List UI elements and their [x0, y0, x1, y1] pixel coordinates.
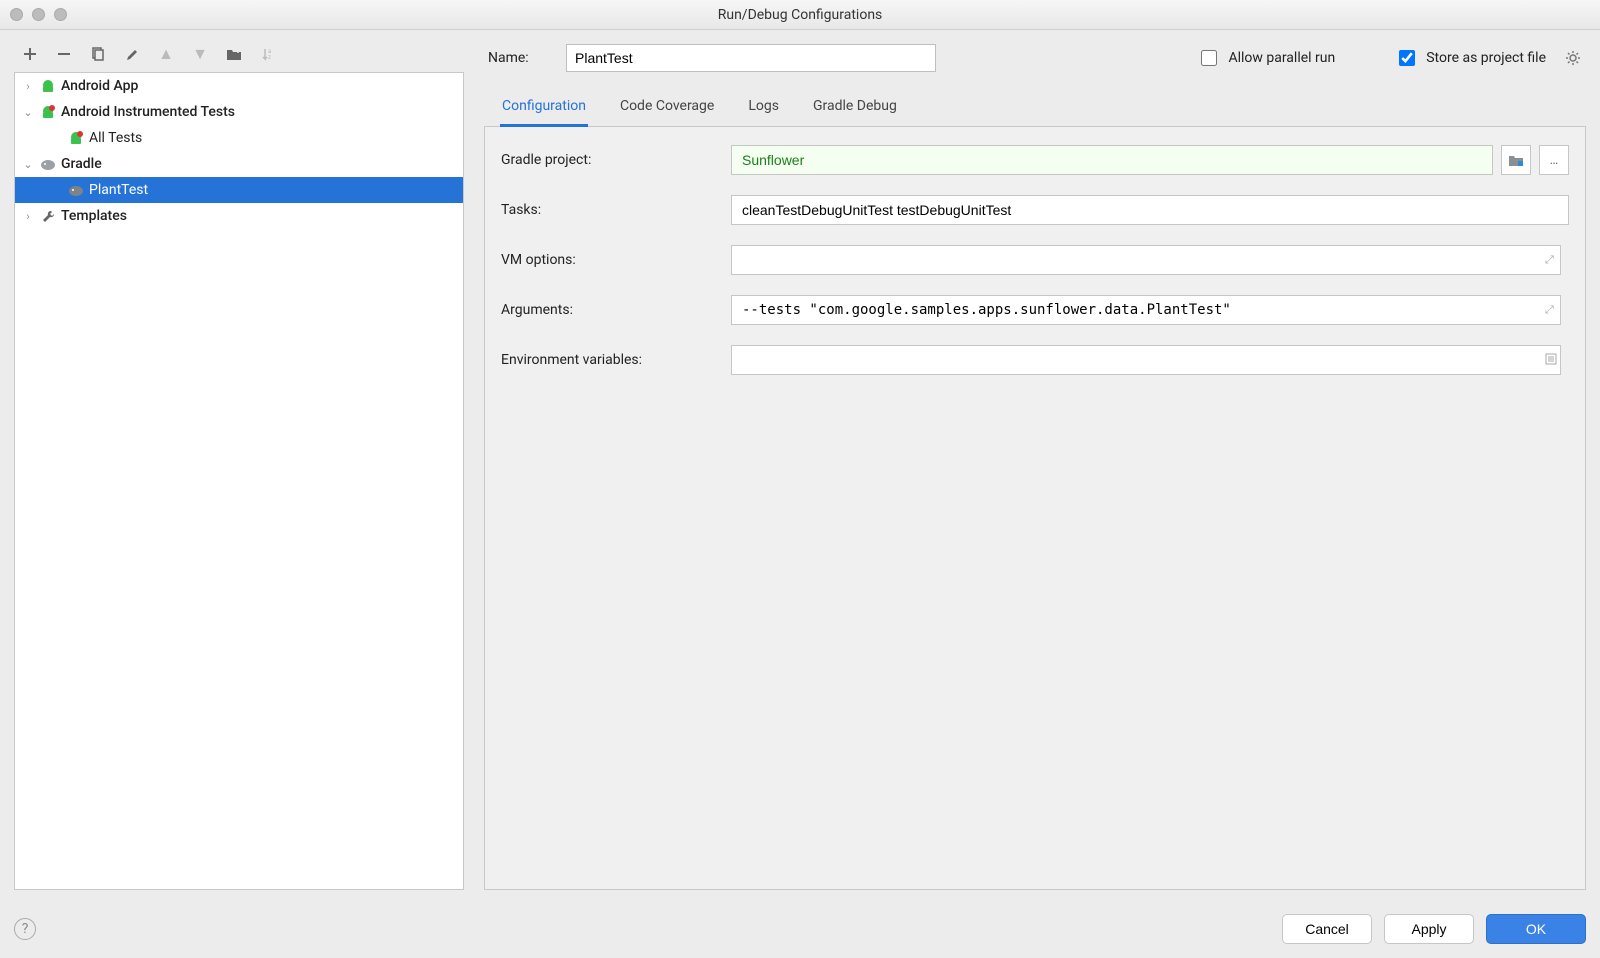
tree-label: Android Instrumented Tests — [61, 104, 235, 120]
vm-options-label: VM options: — [501, 252, 731, 268]
tree-label: Android App — [61, 78, 138, 94]
close-dot[interactable] — [10, 8, 23, 21]
move-up-button[interactable]: ▲ — [156, 44, 176, 64]
tree-label: PlantTest — [89, 182, 148, 198]
tasks-input[interactable] — [731, 195, 1569, 225]
help-button[interactable]: ? — [14, 918, 36, 940]
store-as-file-checkbox[interactable] — [1399, 50, 1415, 66]
tree-node-templates[interactable]: › Templates — [15, 203, 463, 229]
chevron-down-icon: ⌄ — [21, 158, 35, 171]
tree-label: Templates — [61, 208, 127, 224]
browse-button[interactable]: … — [1539, 145, 1569, 175]
sort-button[interactable]: az — [258, 44, 278, 64]
config-toolbar: ▲ ▼ az — [14, 44, 464, 72]
tab-content: Gradle project: … Tasks: — [484, 127, 1586, 890]
gradle-project-label: Gradle project: — [501, 152, 731, 168]
chevron-down-icon: ⌄ — [21, 106, 35, 119]
wrench-icon — [39, 207, 57, 225]
tree-node-planttest[interactable]: PlantTest — [15, 177, 463, 203]
zoom-dot[interactable] — [54, 8, 67, 21]
cancel-button[interactable]: Cancel — [1282, 914, 1372, 944]
tree-label: All Tests — [89, 130, 142, 146]
allow-parallel-check[interactable]: Allow parallel run — [1197, 47, 1335, 69]
folder-add-button[interactable] — [224, 44, 244, 64]
tab-code-coverage[interactable]: Code Coverage — [618, 90, 716, 127]
android-icon — [39, 77, 57, 95]
window-title: Run/Debug Configurations — [0, 7, 1600, 23]
apply-button[interactable]: Apply — [1384, 914, 1474, 944]
tree-label: Gradle — [61, 156, 102, 172]
tab-logs[interactable]: Logs — [746, 90, 781, 127]
gear-icon[interactable] — [1564, 49, 1582, 67]
gradle-icon — [39, 155, 57, 173]
svg-text:z: z — [268, 54, 271, 61]
android-test-icon — [39, 103, 57, 121]
store-as-file-label: Store as project file — [1426, 50, 1546, 66]
tasks-label: Tasks: — [501, 202, 731, 218]
env-vars-label: Environment variables: — [501, 352, 731, 368]
name-input[interactable] — [566, 44, 936, 72]
arguments-label: Arguments: — [501, 302, 731, 318]
gradle-icon — [67, 181, 85, 199]
copy-button[interactable] — [88, 44, 108, 64]
config-tabs: Configuration Code Coverage Logs Gradle … — [484, 90, 1586, 127]
store-as-file-check[interactable]: Store as project file — [1395, 47, 1546, 69]
tree-node-gradle[interactable]: ⌄ Gradle — [15, 151, 463, 177]
name-label: Name: — [488, 50, 548, 66]
vm-options-input[interactable] — [731, 245, 1561, 275]
arguments-input[interactable] — [731, 295, 1561, 325]
allow-parallel-checkbox[interactable] — [1201, 50, 1217, 66]
edit-defaults-button[interactable] — [122, 44, 142, 64]
registered-projects-button[interactable] — [1501, 145, 1531, 175]
gradle-project-input[interactable] — [731, 145, 1493, 175]
tree-node-instrumented-tests[interactable]: ⌄ Android Instrumented Tests — [15, 99, 463, 125]
tab-gradle-debug[interactable]: Gradle Debug — [811, 90, 899, 127]
config-tree[interactable]: › Android App ⌄ Android Instrumented Tes… — [14, 72, 464, 890]
tab-configuration[interactable]: Configuration — [500, 90, 588, 127]
allow-parallel-label: Allow parallel run — [1228, 50, 1335, 66]
minimize-dot[interactable] — [32, 8, 45, 21]
move-down-button[interactable]: ▼ — [190, 44, 210, 64]
chevron-right-icon: › — [21, 210, 35, 223]
window-controls — [10, 8, 67, 21]
android-test-icon — [67, 129, 85, 147]
chevron-right-icon: › — [21, 80, 35, 93]
tree-node-all-tests[interactable]: All Tests — [15, 125, 463, 151]
tree-node-android-app[interactable]: › Android App — [15, 73, 463, 99]
titlebar: Run/Debug Configurations — [0, 0, 1600, 30]
remove-button[interactable] — [54, 44, 74, 64]
add-button[interactable] — [20, 44, 40, 64]
env-vars-input[interactable] — [731, 345, 1561, 375]
ok-button[interactable]: OK — [1486, 914, 1586, 944]
